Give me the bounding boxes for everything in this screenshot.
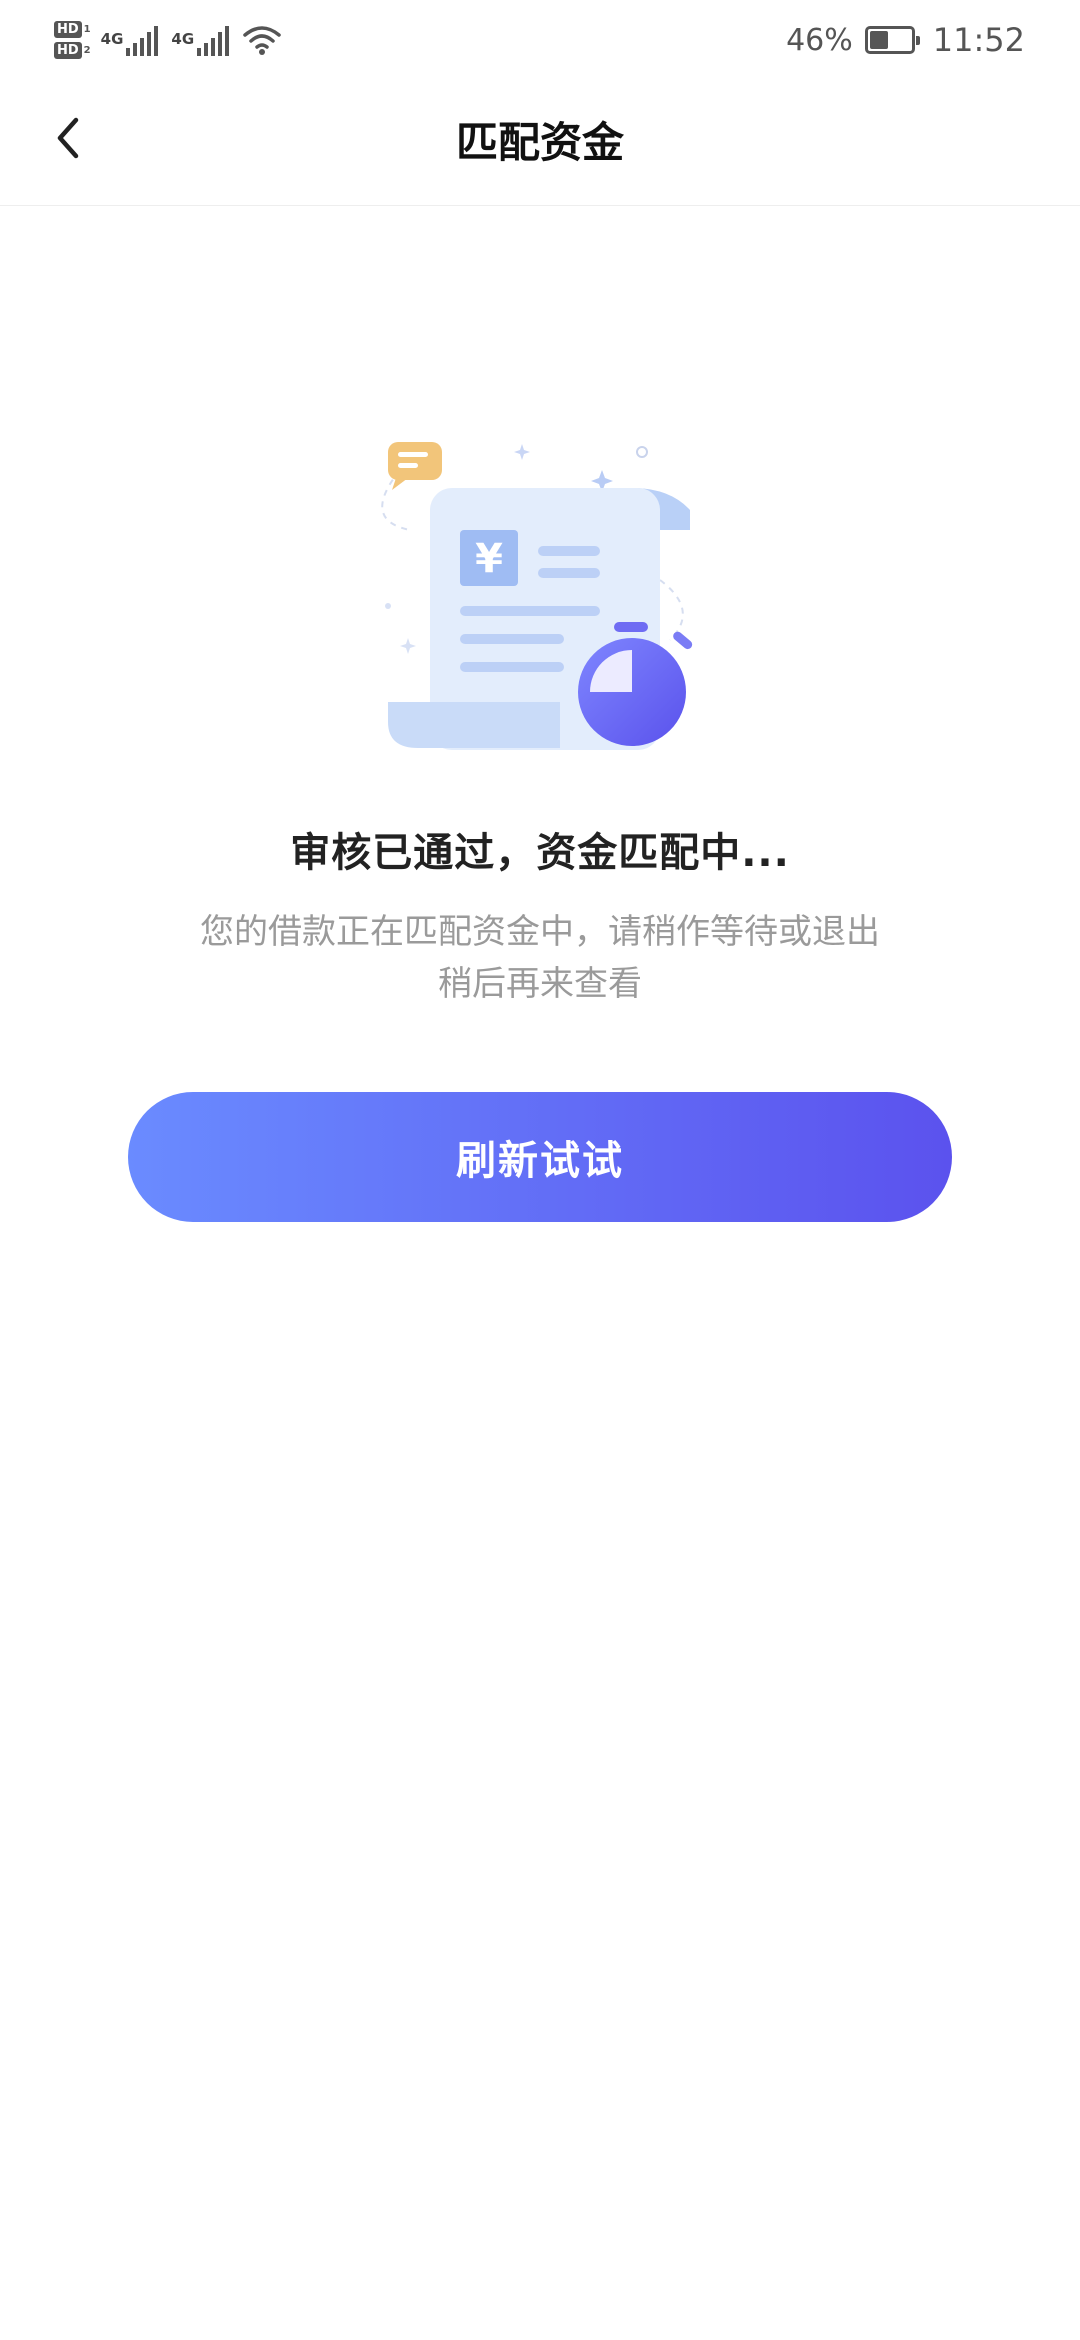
refresh-button[interactable]: 刷新试试	[128, 1092, 952, 1222]
wifi-icon	[243, 26, 281, 55]
sim1-network-type: 4G	[100, 30, 124, 48]
signal-strength-icon	[126, 26, 159, 56]
review-status-title: 审核已通过，资金匹配中...	[290, 830, 790, 876]
status-bar-right: 46% 11:52	[786, 14, 1025, 66]
review-status-description: 您的借款正在匹配资金中，请稍作等待或退出稍后再来查看	[200, 912, 880, 1004]
status-bar-left: HD 1 HD 2 4G 4G	[54, 12, 282, 68]
sim2-number: 2	[83, 45, 91, 56]
nav-bar: 匹配资金	[0, 80, 1080, 206]
sim2-hd-indicator: HD 2	[54, 42, 91, 59]
fund-matching-illustration: ¥	[370, 430, 710, 760]
sim2-signal: 4G	[171, 24, 232, 56]
page-title: 匹配资金	[455, 118, 624, 167]
hd-indicators: HD 1 HD 2	[54, 21, 91, 59]
document-timer-illustration: ¥	[381, 442, 693, 750]
signal-strength-icon	[197, 26, 230, 56]
battery-level-fill	[869, 31, 889, 49]
sim1-hd-indicator: HD 1	[54, 21, 91, 38]
chevron-left-icon	[57, 117, 79, 159]
sim1-hd-badge: HD	[54, 21, 82, 38]
battery-icon	[864, 26, 920, 54]
clock: 11:52	[932, 21, 1025, 59]
yen-icon: ¥	[475, 536, 503, 582]
sim2-network-type: 4G	[171, 30, 195, 48]
back-button[interactable]	[38, 108, 98, 168]
sim1-signal: 4G	[101, 24, 162, 56]
battery-percentage: 46%	[786, 22, 853, 58]
sim2-hd-badge: HD	[54, 42, 82, 59]
status-bar: HD 1 HD 2 4G 4G 46% 11:52	[0, 0, 1080, 80]
sim1-number: 1	[83, 24, 91, 35]
